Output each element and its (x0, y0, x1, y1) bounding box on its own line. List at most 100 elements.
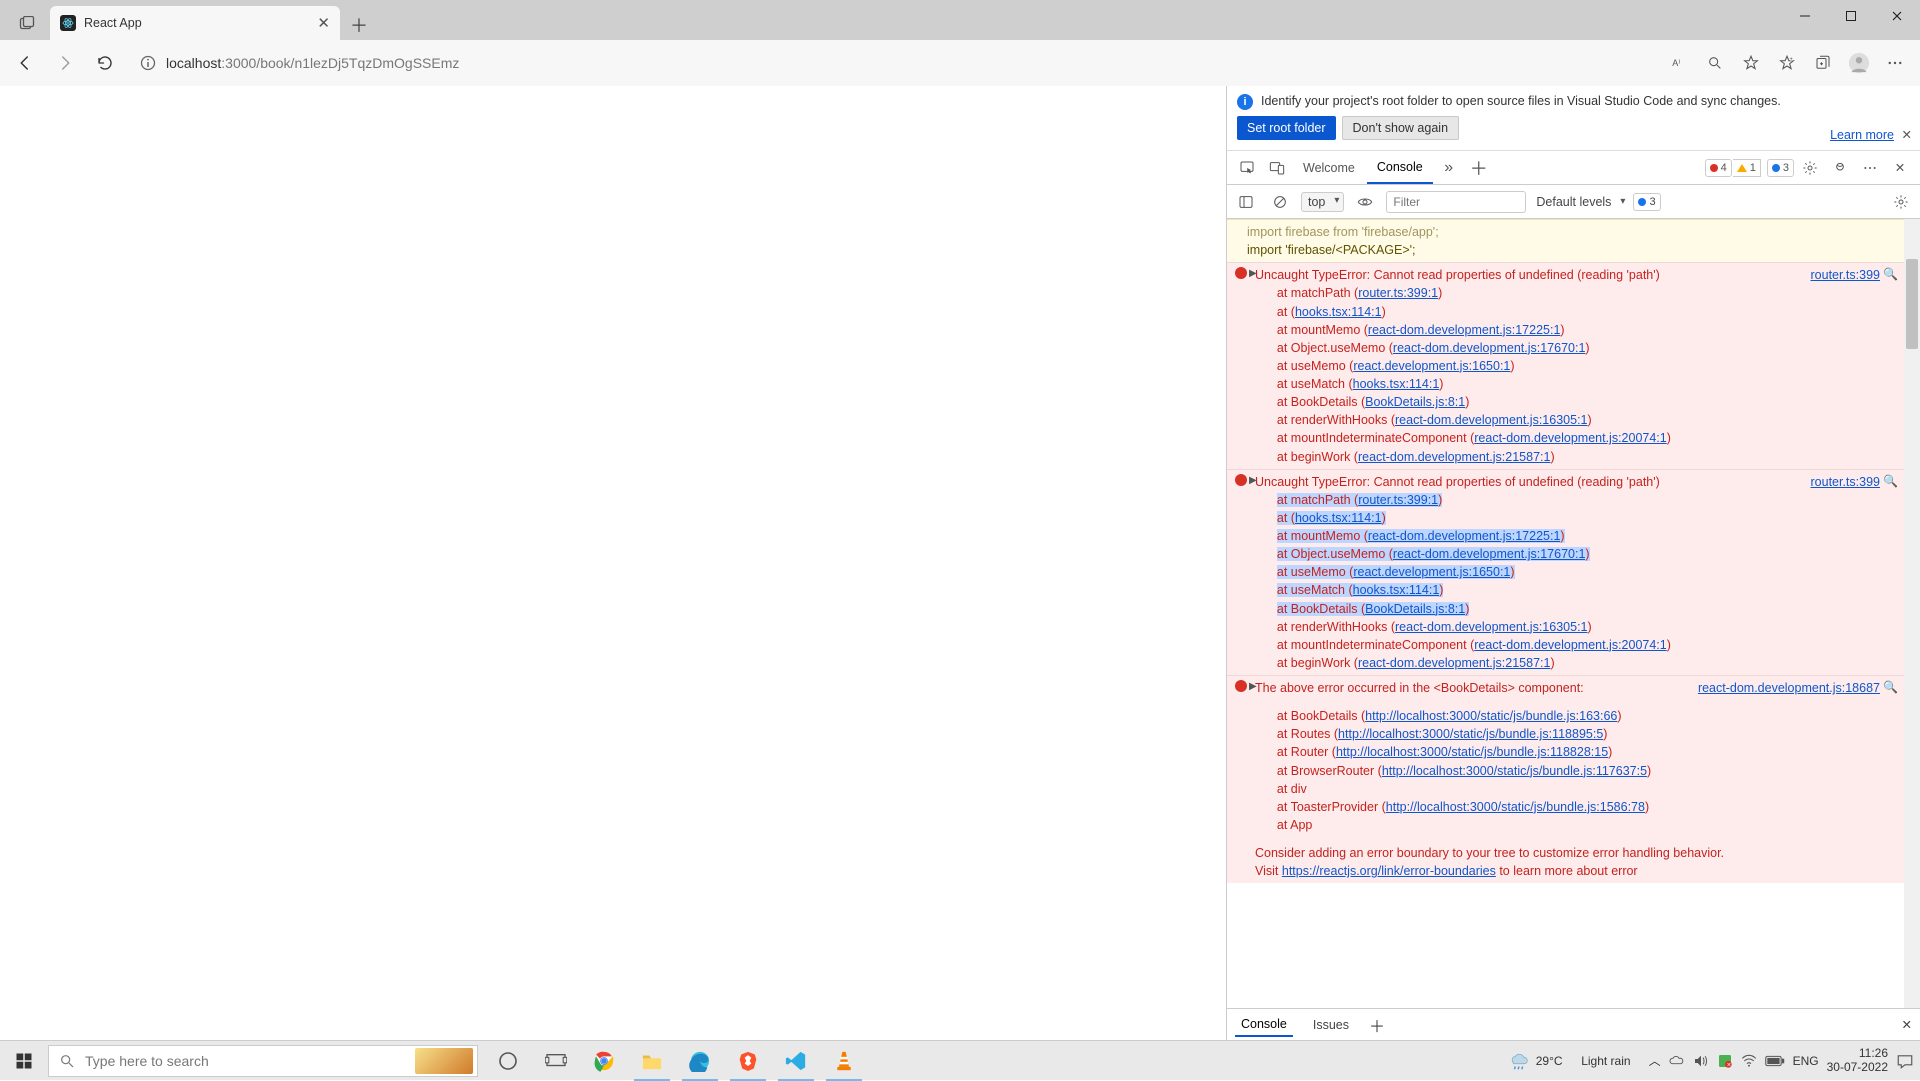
stack-link[interactable]: react.development.js:1650:1 (1353, 359, 1510, 373)
chrome-icon[interactable] (580, 1041, 628, 1081)
language-indicator[interactable]: ENG (1793, 1054, 1819, 1068)
vlc-icon[interactable] (820, 1041, 868, 1081)
issues-badge[interactable]: 3 (1633, 193, 1660, 211)
drawer-tab-console[interactable]: Console (1235, 1013, 1293, 1037)
stack-link[interactable]: hooks.tsx:114:1 (1295, 511, 1382, 525)
weather-widget[interactable]: 29°C Light rain (1508, 1050, 1631, 1072)
stack-link[interactable]: react-dom.development.js:20074:1 (1474, 638, 1666, 652)
source-link[interactable]: router.ts:399 (1811, 266, 1881, 284)
nav-reload-button[interactable] (88, 46, 122, 80)
stack-link[interactable]: http://localhost:3000/static/js/bundle.j… (1336, 745, 1608, 759)
info-count-badge[interactable]: 3 (1767, 159, 1794, 177)
devtools-close-icon[interactable]: ✕ (1886, 154, 1914, 182)
tab-actions-button[interactable] (8, 8, 46, 40)
drawer-tab-issues[interactable]: Issues (1307, 1014, 1355, 1036)
url-bar[interactable]: localhost:3000/book/n1lezDj5TqzDmOgSSEmz (128, 46, 1198, 80)
search-icon[interactable]: 🔍 (1883, 266, 1898, 283)
stack-link[interactable]: http://localhost:3000/static/js/bundle.j… (1365, 709, 1617, 723)
clear-console-icon[interactable] (1267, 189, 1293, 215)
feedback-icon[interactable] (1826, 154, 1854, 182)
disclosure-icon[interactable]: ▶ (1249, 474, 1257, 489)
site-info-icon[interactable] (140, 55, 156, 71)
stack-link[interactable]: react-dom.development.js:21587:1 (1358, 656, 1550, 670)
more-icon[interactable] (1856, 154, 1884, 182)
new-tab-button[interactable]: ＋ (344, 10, 374, 40)
stack-link[interactable]: router.ts:399:1 (1358, 493, 1438, 507)
security-icon[interactable]: ✕ (1717, 1053, 1733, 1069)
dont-show-again-button[interactable]: Don't show again (1342, 116, 1460, 140)
onedrive-icon[interactable] (1669, 1055, 1685, 1067)
stack-link[interactable]: react-dom.development.js:21587:1 (1358, 450, 1550, 464)
search-icon[interactable]: 🔍 (1883, 473, 1898, 490)
stack-link[interactable]: http://localhost:3000/static/js/bundle.j… (1338, 727, 1603, 741)
stack-link[interactable]: http://localhost:3000/static/js/bundle.j… (1382, 764, 1647, 778)
stack-link[interactable]: react-dom.development.js:16305:1 (1395, 620, 1587, 634)
stack-link[interactable]: react-dom.development.js:17670:1 (1393, 341, 1585, 355)
browser-tab[interactable]: React App ✕ (50, 6, 340, 40)
levels-selector[interactable]: Default levels (1534, 193, 1625, 211)
nav-forward-button[interactable] (48, 46, 82, 80)
context-selector[interactable]: top (1301, 192, 1344, 212)
more-tabs-icon[interactable]: » (1435, 154, 1463, 182)
search-icon[interactable]: 🔍 (1883, 679, 1898, 696)
nav-back-button[interactable] (8, 46, 42, 80)
window-minimize-button[interactable] (1782, 0, 1828, 32)
stack-link[interactable]: router.ts:399:1 (1358, 286, 1438, 300)
scrollbar-thumb[interactable] (1906, 259, 1918, 349)
read-aloud-icon[interactable]: A⁾ (1662, 46, 1696, 80)
stack-link[interactable]: react-dom.development.js:20074:1 (1474, 431, 1666, 445)
scrollbar[interactable] (1904, 219, 1920, 1008)
taskbar-search[interactable]: Type here to search (48, 1045, 478, 1077)
notifications-icon[interactable] (1896, 1053, 1914, 1069)
filter-input[interactable] (1386, 191, 1526, 213)
source-link[interactable]: react-dom.development.js:18687 (1698, 679, 1880, 697)
stack-link[interactable]: http://localhost:3000/static/js/bundle.j… (1386, 800, 1645, 814)
stack-link[interactable]: react.development.js:1650:1 (1353, 565, 1510, 579)
clock[interactable]: 11:26 30-07-2022 (1827, 1047, 1888, 1075)
console-body[interactable]: import firebase from 'firebase/app'; imp… (1227, 219, 1920, 1008)
cortana-icon[interactable] (484, 1041, 532, 1081)
disclosure-icon[interactable]: ▶ (1249, 267, 1257, 282)
profile-icon[interactable] (1842, 46, 1876, 80)
start-button[interactable] (0, 1041, 48, 1081)
react-docs-link[interactable]: https://reactjs.org/link/error-boundarie… (1282, 864, 1496, 878)
window-maximize-button[interactable] (1828, 0, 1874, 32)
more-menu-icon[interactable] (1878, 46, 1912, 80)
vscode-icon[interactable] (772, 1041, 820, 1081)
volume-icon[interactable] (1693, 1054, 1709, 1068)
brave-icon[interactable] (724, 1041, 772, 1081)
collections-icon[interactable] (1806, 46, 1840, 80)
learn-more-link[interactable]: Learn more (1830, 128, 1894, 142)
console-settings-gear-icon[interactable] (1888, 189, 1914, 215)
warning-count-badge[interactable]: 1 (1733, 159, 1761, 177)
task-view-icon[interactable] (532, 1041, 580, 1081)
settings-gear-icon[interactable] (1796, 154, 1824, 182)
stack-link[interactable]: react-dom.development.js:17225:1 (1368, 529, 1560, 543)
notice-close-icon[interactable]: ✕ (1902, 127, 1912, 142)
favorites-star-icon[interactable] (1734, 46, 1768, 80)
file-explorer-icon[interactable] (628, 1041, 676, 1081)
stack-link[interactable]: BookDetails.js:8:1 (1365, 395, 1465, 409)
tray-chevron-icon[interactable]: ︿ (1649, 1052, 1661, 1069)
live-expression-icon[interactable] (1352, 189, 1378, 215)
disclosure-icon[interactable]: ▶ (1249, 680, 1257, 695)
drawer-close-icon[interactable]: ✕ (1902, 1017, 1912, 1032)
stack-link[interactable]: react-dom.development.js:16305:1 (1395, 413, 1587, 427)
error-count-badge[interactable]: 4 (1705, 159, 1732, 177)
window-close-button[interactable] (1874, 0, 1920, 32)
tab-welcome[interactable]: Welcome (1293, 151, 1365, 184)
drawer-add-icon[interactable]: ＋ (1369, 1013, 1385, 1037)
stack-link[interactable]: hooks.tsx:114:1 (1353, 583, 1440, 597)
device-toggle-icon[interactable] (1263, 154, 1291, 182)
stack-link[interactable]: BookDetails.js:8:1 (1365, 602, 1465, 616)
edge-icon[interactable] (676, 1041, 724, 1081)
source-link[interactable]: router.ts:399 (1811, 473, 1881, 491)
zoom-icon[interactable] (1698, 46, 1732, 80)
sidebar-toggle-icon[interactable] (1233, 189, 1259, 215)
stack-link[interactable]: react-dom.development.js:17670:1 (1393, 547, 1585, 561)
inspect-element-icon[interactable] (1233, 154, 1261, 182)
close-tab-icon[interactable]: ✕ (317, 14, 330, 32)
stack-link[interactable]: hooks.tsx:114:1 (1295, 305, 1382, 319)
tab-console[interactable]: Console (1367, 151, 1433, 184)
add-tab-icon[interactable]: ＋ (1465, 154, 1493, 182)
